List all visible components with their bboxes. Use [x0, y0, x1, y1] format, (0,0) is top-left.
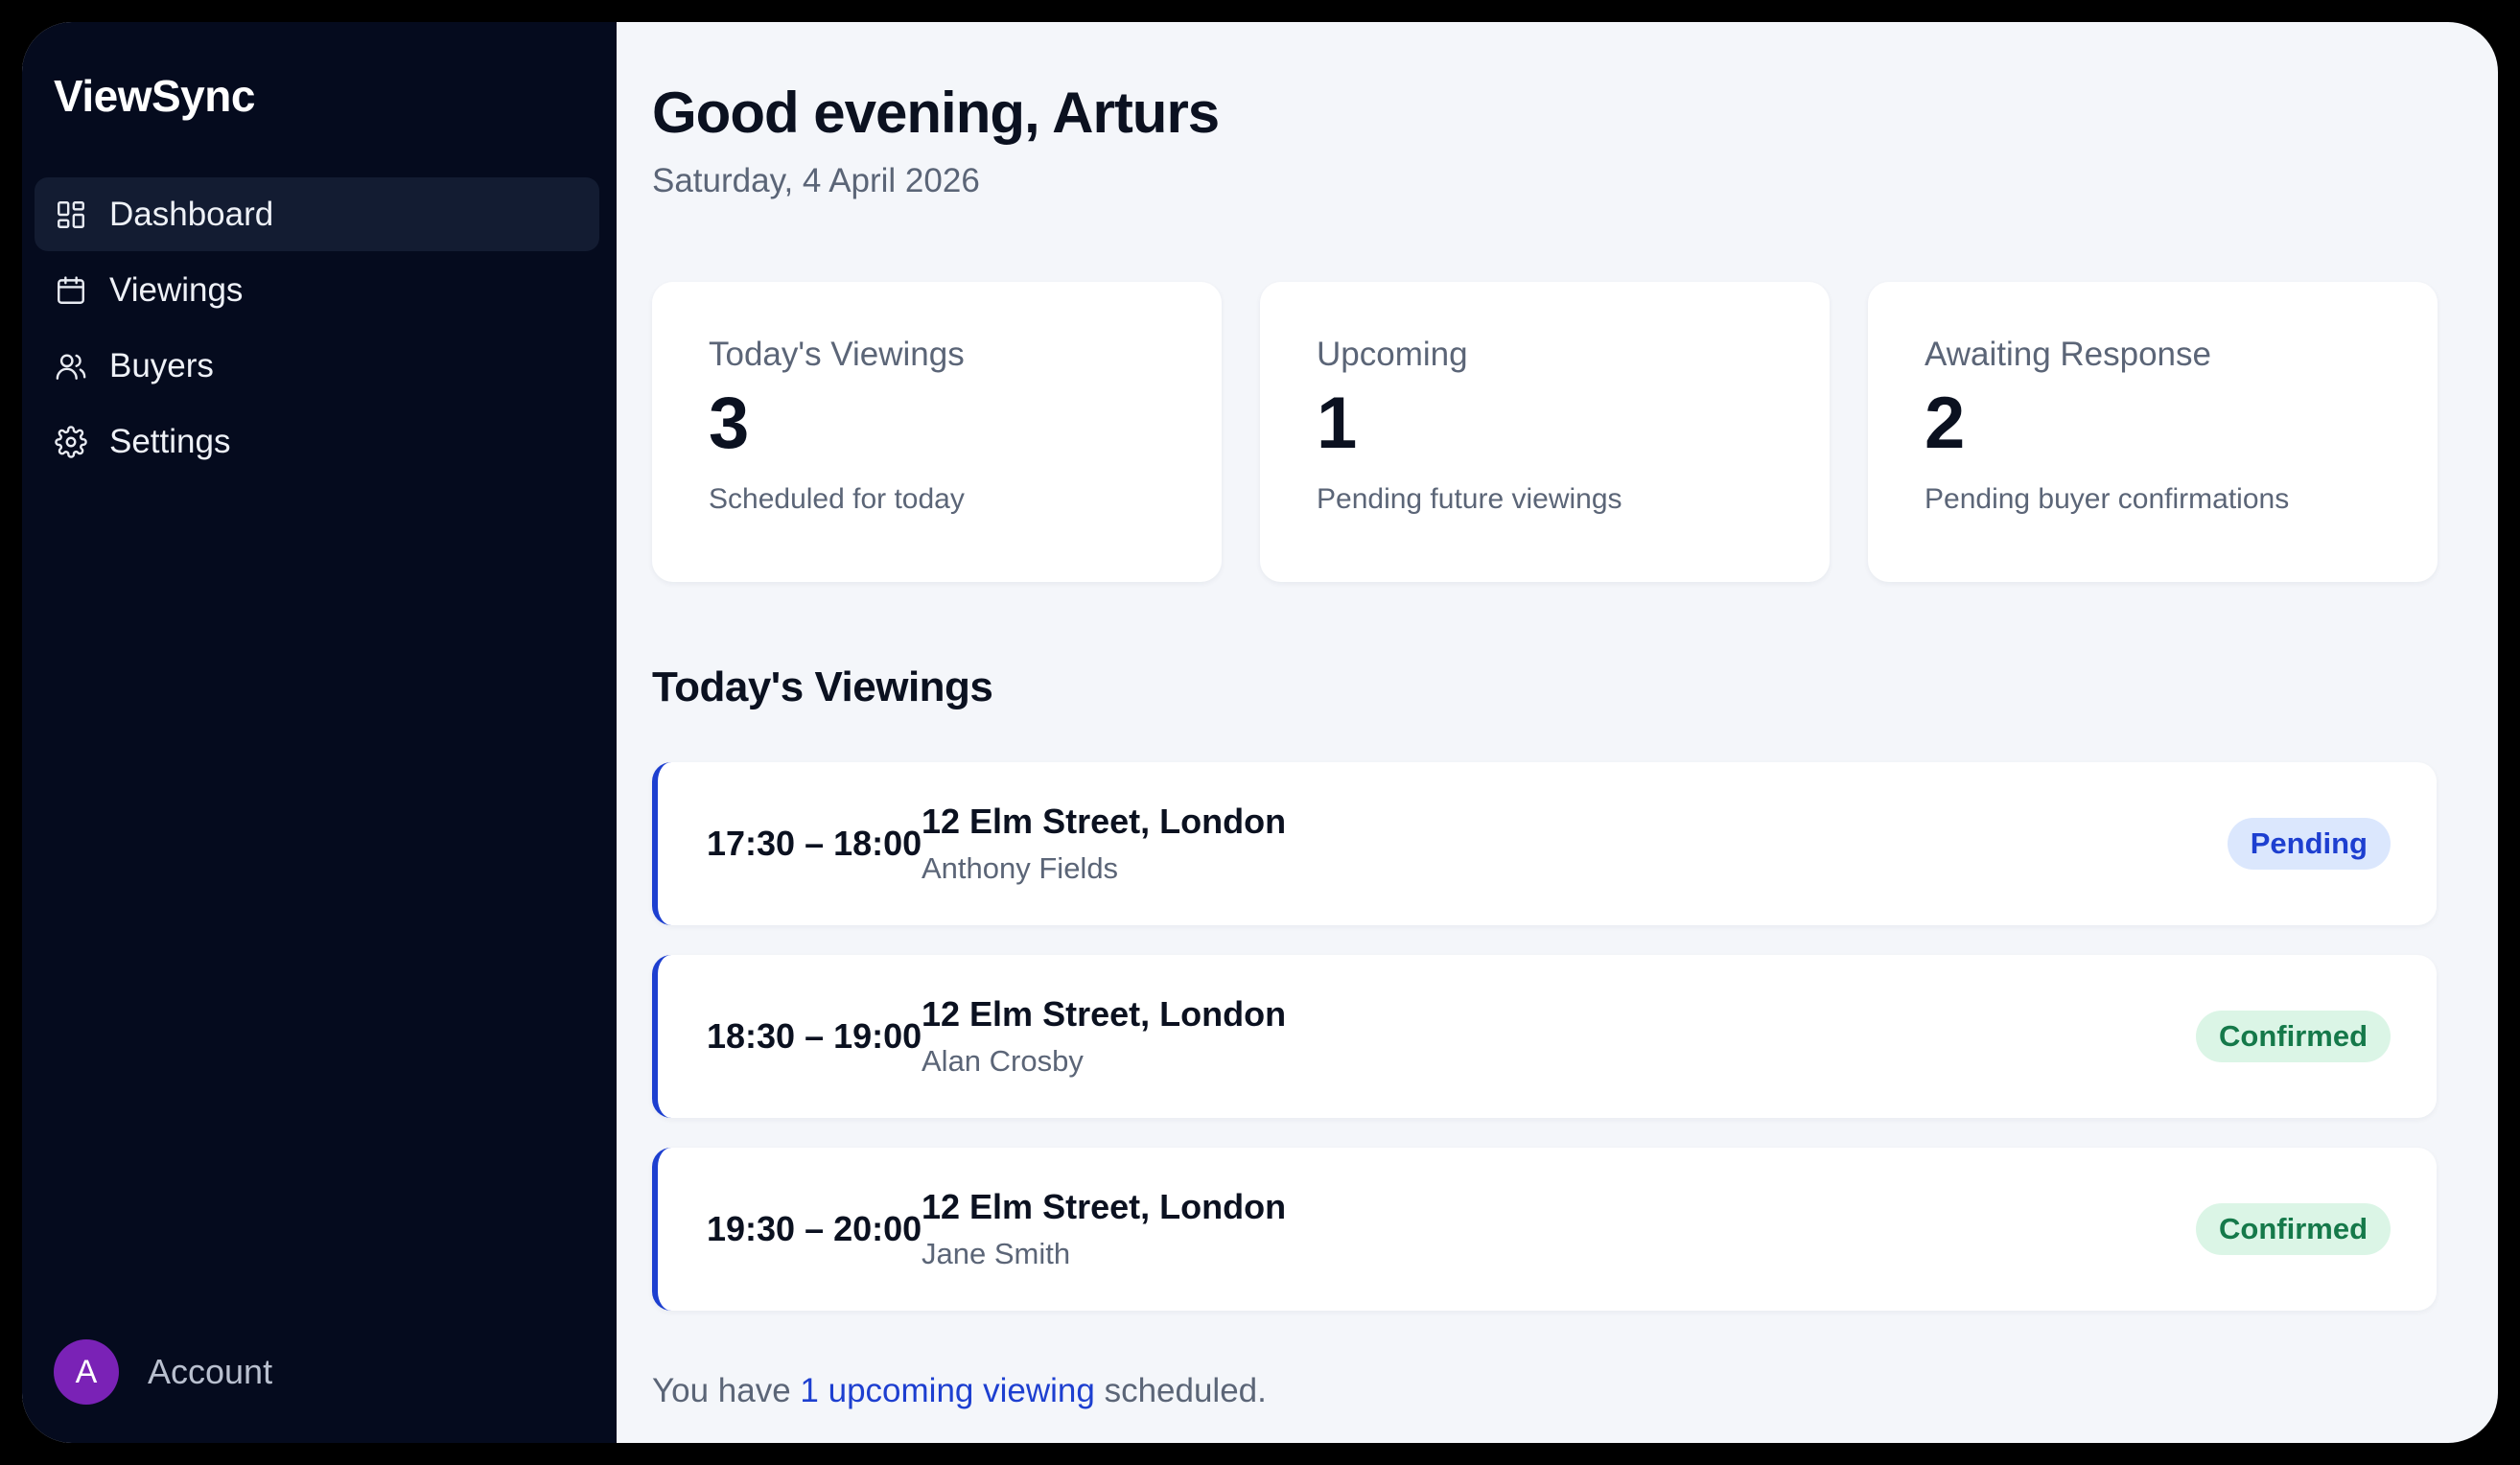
viewing-address: 12 Elm Street, London	[922, 802, 1287, 841]
calendar-icon	[54, 273, 88, 308]
status-badge: Confirmed	[2196, 1203, 2391, 1255]
sidebar-item-buyers[interactable]: Buyers	[35, 329, 599, 403]
stat-subtitle: Pending future viewings	[1317, 483, 1622, 515]
sidebar-item-viewings[interactable]: Viewings	[35, 253, 599, 327]
section-title: Today's Viewings	[652, 663, 993, 710]
viewing-info: 12 Elm Street, London Jane Smith	[922, 1187, 1286, 1271]
stat-card-todays-viewings: Today's Viewings 3 Scheduled for today	[652, 282, 1222, 582]
viewing-time: 18:30 – 19:00	[707, 1016, 922, 1056]
stat-card-awaiting-response: Awaiting Response 2 Pending buyer confir…	[1868, 282, 2438, 582]
stat-value: 3	[709, 383, 750, 464]
status-badge: Pending	[2227, 818, 2391, 870]
app-window: ViewSync Dashboard Viewings Buyers Setti…	[22, 22, 2498, 1443]
sidebar-item-label: Settings	[109, 422, 231, 460]
stats-row: Today's Viewings 3 Scheduled for today U…	[652, 282, 2438, 582]
viewing-info: 12 Elm Street, London Alan Crosby	[922, 994, 1286, 1079]
account-label: Account	[148, 1352, 273, 1391]
sidebar: ViewSync Dashboard Viewings Buyers Setti…	[22, 22, 617, 1443]
status-badge: Confirmed	[2196, 1011, 2391, 1062]
sidebar-nav: Dashboard Viewings Buyers Settings	[35, 177, 599, 480]
gear-icon	[54, 425, 88, 459]
stat-value: 2	[1925, 383, 1966, 464]
stat-value: 1	[1317, 383, 1358, 464]
viewing-buyer: Anthony Fields	[922, 851, 1119, 885]
upcoming-viewing-link[interactable]: 1 upcoming viewing	[800, 1372, 1094, 1409]
sidebar-item-label: Dashboard	[109, 195, 274, 233]
sidebar-item-dashboard[interactable]: Dashboard	[35, 177, 599, 251]
stat-subtitle: Pending buyer confirmations	[1925, 483, 2290, 515]
sidebar-item-label: Viewings	[109, 270, 244, 309]
stat-title: Awaiting Response	[1925, 336, 2211, 373]
main-content: Good evening, Arturs Saturday, 4 April 2…	[617, 22, 2498, 1443]
avatar: A	[54, 1339, 119, 1405]
stat-title: Today's Viewings	[709, 336, 965, 373]
stat-title: Upcoming	[1317, 336, 1468, 373]
viewing-buyer: Jane Smith	[922, 1237, 1071, 1270]
viewing-address: 12 Elm Street, London	[922, 1187, 1287, 1226]
current-date: Saturday, 4 April 2026	[652, 162, 980, 199]
viewing-address: 12 Elm Street, London	[922, 994, 1287, 1034]
upcoming-note: You have 1 upcoming viewing scheduled.	[652, 1372, 1267, 1410]
users-icon	[54, 349, 88, 384]
viewing-row[interactable]: 18:30 – 19:00 12 Elm Street, London Alan…	[652, 955, 2437, 1118]
upcoming-note-prefix: You have	[652, 1372, 791, 1409]
page-title: Good evening, Arturs	[652, 81, 1220, 145]
account-menu[interactable]: A Account	[54, 1339, 272, 1405]
app-logo: ViewSync	[54, 71, 255, 121]
viewing-info: 12 Elm Street, London Anthony Fields	[922, 802, 1286, 886]
viewing-time: 19:30 – 20:00	[707, 1209, 922, 1248]
upcoming-note-suffix: scheduled.	[1104, 1372, 1267, 1409]
viewing-buyer: Alan Crosby	[922, 1044, 1084, 1078]
viewing-time: 17:30 – 18:00	[707, 824, 922, 863]
device-frame: ViewSync Dashboard Viewings Buyers Setti…	[0, 0, 2520, 1465]
sidebar-item-settings[interactable]: Settings	[35, 405, 599, 478]
stat-card-upcoming: Upcoming 1 Pending future viewings	[1260, 282, 1830, 582]
stat-subtitle: Scheduled for today	[709, 483, 965, 515]
sidebar-item-label: Buyers	[109, 346, 214, 384]
dashboard-icon	[54, 198, 88, 232]
viewing-row[interactable]: 17:30 – 18:00 12 Elm Street, London Anth…	[652, 762, 2437, 925]
viewings-list: 17:30 – 18:00 12 Elm Street, London Anth…	[652, 762, 2437, 1340]
viewing-row[interactable]: 19:30 – 20:00 12 Elm Street, London Jane…	[652, 1148, 2437, 1311]
